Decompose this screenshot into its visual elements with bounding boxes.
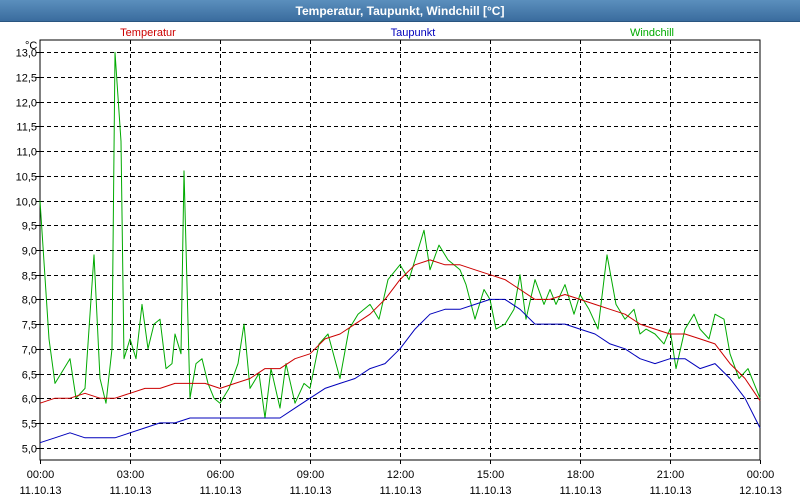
- y-tick-label: 12,0: [16, 98, 37, 110]
- x-tick-date-label: 11.10.13: [559, 485, 601, 497]
- x-tick-time-label: 15:00: [477, 469, 505, 481]
- x-tick-time-label: 18:00: [567, 469, 595, 481]
- x-tick-time-label: 12:00: [387, 469, 415, 481]
- y-tick-label: 9,0: [22, 246, 37, 258]
- x-tick-date-label: 11.10.13: [469, 485, 511, 497]
- y-tick-label: 7,0: [22, 345, 37, 357]
- y-axis-ticks: 13,012,512,011,511,010,510,09,59,08,58,0…: [16, 48, 40, 456]
- y-tick-label: 7,5: [22, 320, 37, 332]
- x-tick-time-label: 06:00: [207, 469, 235, 481]
- y-tick-label: 6,0: [22, 394, 37, 406]
- y-tick-label: 8,5: [22, 271, 37, 283]
- x-tick-time-label: 03:00: [117, 469, 145, 481]
- legend: Temperatur Taupunkt Windchill: [120, 27, 674, 39]
- line-chart: 13,012,512,011,511,010,510,09,59,08,58,0…: [16, 27, 782, 497]
- x-tick-date-label: 11.10.13: [19, 485, 61, 497]
- x-tick-date-label: 11.10.13: [379, 485, 421, 497]
- y-tick-label: 11,5: [16, 122, 37, 134]
- x-tick-date-label: 11.10.13: [199, 485, 241, 497]
- legend-entry-taupunkt: Taupunkt: [391, 27, 436, 39]
- x-tick-time-label: 00:00: [747, 469, 775, 481]
- y-axis-unit-label: °C: [25, 40, 37, 52]
- x-tick-date-label: 11.10.13: [109, 485, 151, 497]
- y-tick-label: 6,5: [22, 370, 37, 382]
- y-tick-label: 10,5: [16, 172, 37, 184]
- y-tick-label: 12,5: [16, 73, 37, 85]
- y-tick-label: 9,5: [22, 221, 37, 233]
- x-tick-time-label: 00:00: [27, 469, 55, 481]
- y-tick-label: 10,0: [16, 197, 37, 209]
- chart-window: Temperatur, Taupunkt, Windchill [°C] 13,…: [0, 0, 800, 500]
- x-tick-date-label: 11.10.13: [649, 485, 691, 497]
- y-tick-label: 8,0: [22, 295, 37, 307]
- legend-entry-windchill: Windchill: [630, 27, 674, 39]
- x-tick-date-label: 11.10.13: [289, 485, 331, 497]
- x-tick-date-label: 12.10.13: [739, 485, 782, 497]
- x-tick-time-label: 09:00: [297, 469, 325, 481]
- legend-entry-temperatur: Temperatur: [120, 27, 176, 39]
- x-tick-time-label: 21:00: [657, 469, 685, 481]
- y-tick-label: 5,0: [22, 444, 37, 456]
- y-tick-label: 11,0: [16, 147, 37, 159]
- y-tick-label: 5,5: [22, 419, 37, 431]
- window-title: Temperatur, Taupunkt, Windchill [°C]: [0, 0, 800, 22]
- x-axis-ticks: 00:00 11.10.13 03:00 11.10.13 06:00 11.10.13 0…: [19, 460, 782, 497]
